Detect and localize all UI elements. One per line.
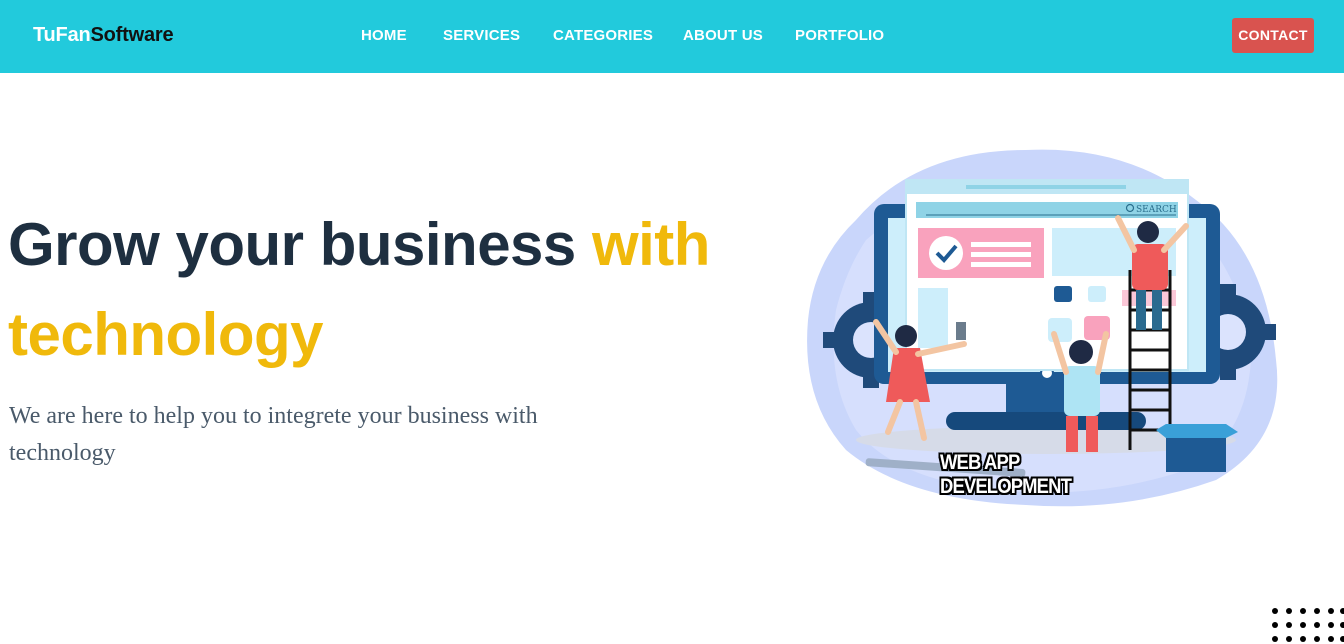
top-navbar: TuFanSoftware HOME SERVICES CATEGORIES A…	[0, 0, 1344, 73]
search-label: SEARCH	[1136, 205, 1177, 215]
box-icon	[1156, 424, 1238, 472]
hero-title-highlight-technology: technology	[8, 301, 324, 368]
nav-link-categories[interactable]: CATEGORIES	[553, 27, 653, 44]
contact-button[interactable]: CONTACT	[1232, 18, 1314, 53]
hero-title-highlight-with: with	[591, 211, 710, 278]
illustration-caption: WEB APP DEVELOPMENT	[940, 451, 1072, 498]
dot-pattern-decoration	[1272, 608, 1344, 642]
nav-link-about-us[interactable]: ABOUT US	[683, 27, 763, 44]
hero-title-main: Grow your business	[8, 211, 592, 278]
hero-title: Grow your business with technology	[8, 200, 728, 380]
brand-logo-part1: TuFan	[33, 24, 91, 46]
nav-link-portfolio[interactable]: PORTFOLIO	[795, 27, 884, 44]
hero-subtitle: We are here to help you to integrete you…	[9, 403, 538, 466]
brand-logo-part2: Software	[90, 24, 174, 46]
brand-logo[interactable]: TuFanSoftware	[33, 24, 174, 47]
nav-link-services[interactable]: SERVICES	[443, 27, 520, 44]
nav-link-home[interactable]: HOME	[361, 27, 407, 44]
